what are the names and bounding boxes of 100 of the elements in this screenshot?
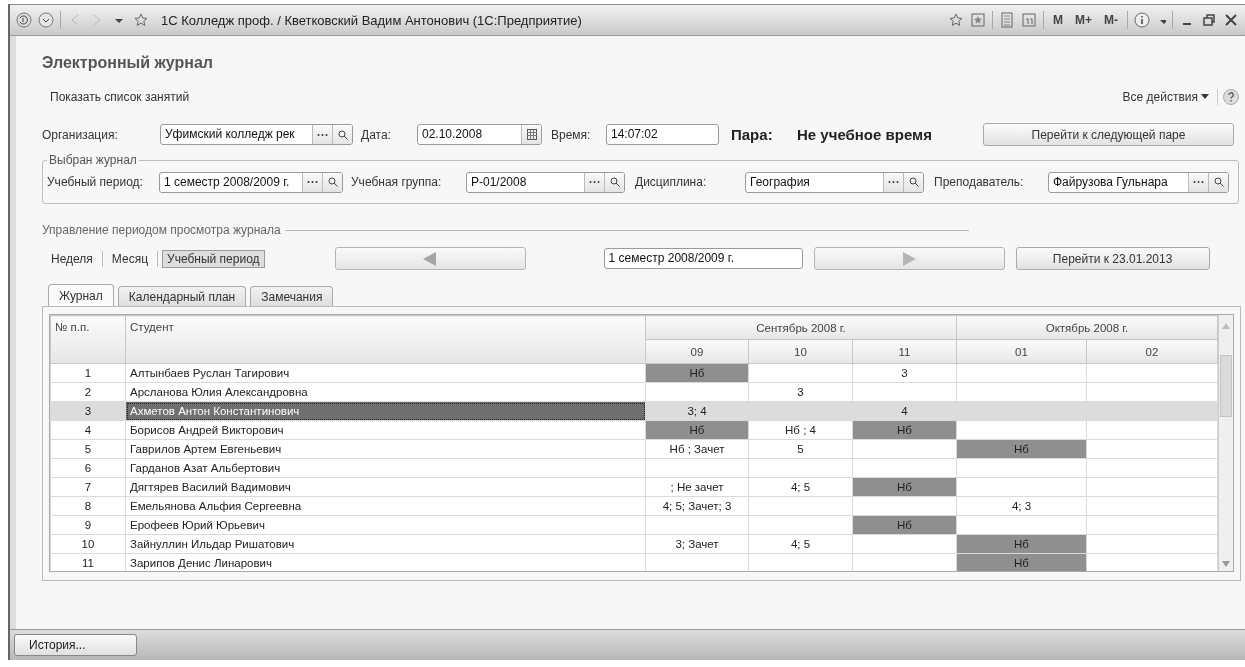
table-row[interactable]: 1 Алтынбаев Руслан Тагирович Нб 3 (50, 363, 1218, 383)
form-title: Электронный журнал (42, 54, 215, 73)
table-cell: 10 (50, 534, 126, 554)
search-icon[interactable] (337, 129, 348, 140)
grade-cell: Нб ; 4 (748, 420, 853, 440)
grade-cell: 4; 5 (748, 477, 853, 497)
field-label: Преподаватель: (934, 175, 1025, 189)
grade-cell: 3 (852, 363, 957, 383)
scrollbar-thumb[interactable] (1220, 355, 1232, 417)
input-field[interactable]: Файрузова Гульнара (1048, 171, 1229, 193)
star-icon[interactable] (948, 12, 964, 28)
search-icon[interactable] (609, 177, 620, 187)
table-cell: 8 (50, 496, 126, 516)
search-icon[interactable] (908, 177, 919, 187)
table-row[interactable]: 7 Дягтярев Василий Вадимович ; Не зачет 4; 5 Нб (50, 477, 1218, 497)
student-cell: Емельянова Альфия Сергеевна (125, 496, 646, 516)
grade-cell: 3 (748, 382, 853, 402)
student-cell: Дягтярев Василий Вадимович (125, 477, 646, 497)
calendar-icon[interactable] (526, 129, 537, 140)
help-icon[interactable] (1223, 89, 1239, 105)
column-header: Студент (125, 315, 646, 364)
grade-cell: 3; Зачет (645, 534, 749, 554)
more-icon[interactable] (1193, 180, 1204, 184)
logo-icon[interactable] (16, 12, 32, 28)
grade-cell: 5 (748, 439, 853, 459)
student-cell: Гаврилов Артем Евгеньевич (125, 439, 646, 459)
day-header: 11 (852, 339, 957, 364)
table-cell: 11 (50, 553, 126, 571)
table-cell: 7 (50, 477, 126, 497)
restore-icon[interactable] (1201, 12, 1217, 28)
tab[interactable]: Календарный план (117, 286, 247, 306)
grade-cell: ; Не зачет (645, 477, 749, 497)
table-row[interactable]: 3 Ахметов Антон Константинович 3; 4 4 (50, 401, 1218, 421)
student-cell: Гарданов Азат Альбертович (125, 458, 646, 478)
student-cell: Алтынбаев Руслан Тагирович (125, 363, 646, 383)
more-icon[interactable] (317, 132, 328, 137)
field-label: Учебный период: (47, 175, 144, 189)
input-field[interactable]: Р-01/2008 (466, 171, 625, 193)
info-icon[interactable] (1134, 12, 1150, 28)
student-cell: Ерофеев Юрий Юрьевич (125, 515, 646, 535)
student-cell: Арсланова Юлия Александровна (125, 382, 646, 402)
search-icon[interactable] (1213, 177, 1224, 187)
table-row[interactable]: 4 Борисов Андрей Викторович Нб Нб ; 4 Нб (50, 420, 1218, 440)
table-cell: 9 (50, 515, 126, 535)
table-row[interactable]: 8 Емельянова Альфия Сергеевна 4; 5; Зачет; 3 4; 3 (50, 496, 1218, 516)
tab[interactable]: Замечания (250, 286, 334, 306)
pair-value: Не учебное время (797, 126, 933, 143)
table-row[interactable]: 5 Гаврилов Артем Евгеньевич Нб ; Зачет 5 Нб (50, 439, 1218, 459)
table-cell: 2 (50, 382, 126, 402)
field-label: Дата: (361, 127, 392, 142)
field-label: Время: (551, 127, 592, 142)
input-field[interactable]: Уфимский колледж рек (160, 124, 353, 145)
input-field[interactable]: География (745, 171, 924, 193)
field-label: Дисциплина: (635, 175, 708, 189)
history-button[interactable]: История... (14, 634, 137, 656)
memory-button[interactable]: M+ (1072, 13, 1095, 27)
caret-icon[interactable] (1201, 94, 1209, 100)
grade-cell: 4; 5 (748, 534, 853, 554)
close-icon[interactable] (1223, 12, 1239, 28)
memory-button[interactable]: M- (1101, 13, 1121, 27)
scrollbar[interactable] (1218, 315, 1233, 571)
input-field[interactable]: 02.10.2008 (417, 124, 542, 145)
input-field[interactable]: 1 семестр 2008/2009 г. (159, 171, 343, 193)
period-mode-tab[interactable]: Учебный период (162, 249, 265, 268)
table-row[interactable]: 9 Ерофеев Юрий Юрьевич Нб (50, 515, 1218, 535)
favorites-icon[interactable] (970, 12, 986, 28)
table-cell: 4 (50, 420, 126, 440)
period-mode-tab[interactable]: Месяц (106, 249, 154, 268)
table-cell: 6 (50, 458, 126, 478)
table-row[interactable]: 6 Гарданов Азат Альбертович (50, 458, 1218, 478)
star-icon[interactable] (133, 12, 149, 28)
table-row[interactable]: 2 Арсланова Юлия Александровна 3 (50, 382, 1218, 402)
show-list-link[interactable]: Показать список занятий (50, 90, 190, 104)
all-actions-menu[interactable]: Все действия (1122, 90, 1198, 104)
day-header: 01 (956, 339, 1087, 364)
more-icon[interactable] (307, 180, 318, 184)
field-label: Учебная группа: (351, 175, 443, 189)
go-to-date-button[interactable]: Перейти к 23.01.2013 (1015, 247, 1210, 270)
more-icon[interactable] (888, 180, 899, 184)
student-cell: Зайнуллин Ильдар Ришатович (125, 534, 646, 554)
grade-cell: 4; 3 (956, 496, 1087, 516)
more-icon[interactable] (589, 180, 600, 184)
input-field[interactable]: 1 семестр 2008/2009 г. (603, 248, 803, 269)
day-header: 09 (645, 339, 749, 364)
calendar-icon[interactable] (1021, 12, 1037, 28)
table-row[interactable]: 11 Зарипов Денис Линарович Нб (50, 553, 1218, 571)
search-icon[interactable] (327, 177, 338, 187)
student-cell: Борисов Андрей Викторович (125, 420, 646, 440)
day-header: 10 (748, 339, 853, 364)
input-field[interactable]: 14:07:02 (606, 124, 719, 145)
next-pair-button[interactable]: Перейти к следующей паре (983, 123, 1234, 146)
right-arrow-icon (902, 251, 917, 266)
table-row[interactable]: 10 Зайнуллин Ильдар Ришатович 3; Зачет 4; 5 Нб (50, 534, 1218, 554)
tab[interactable]: Журнал (48, 284, 114, 306)
left-arrow-icon (423, 251, 438, 266)
month-header: Октябрь 2008 г. (956, 315, 1218, 340)
period-mode-tab[interactable]: Неделя (46, 249, 98, 268)
memory-button[interactable]: M (1050, 13, 1066, 27)
menu-icon[interactable] (38, 12, 54, 28)
table-cell: 1 (50, 363, 126, 383)
